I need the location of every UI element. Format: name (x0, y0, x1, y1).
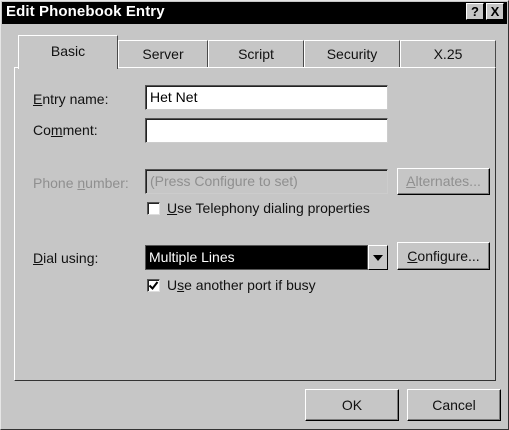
another-port-checkbox-label[interactable]: Use another port if busy (167, 277, 316, 293)
cancel-button[interactable]: Cancel (407, 389, 501, 421)
entry-name-label: Entry name: (33, 91, 109, 107)
phone-number-field[interactable]: (Press Configure to set) (145, 169, 388, 194)
tab-x25[interactable]: X.25 (400, 40, 496, 68)
comment-field[interactable] (145, 118, 388, 143)
close-button[interactable]: X (486, 3, 504, 20)
basic-tab-panel (14, 67, 496, 381)
tab-server[interactable]: Server (118, 40, 208, 68)
checkmark-icon (148, 281, 159, 291)
telephony-checkbox[interactable] (147, 202, 160, 215)
tab-script[interactable]: Script (208, 40, 304, 68)
help-button[interactable]: ? (466, 3, 484, 20)
configure-button[interactable]: Configure... (397, 242, 490, 270)
another-port-checkbox[interactable] (147, 279, 160, 292)
phone-number-label: Phone number: (33, 175, 129, 191)
telephony-checkbox-label[interactable]: Use Telephony dialing properties (167, 200, 370, 216)
entry-name-field[interactable]: Het Net (145, 85, 388, 110)
ok-button[interactable]: OK (305, 389, 399, 421)
tab-security[interactable]: Security (304, 40, 400, 68)
dial-using-select[interactable]: Multiple Lines (145, 245, 368, 270)
dial-using-dropdown-button[interactable] (368, 245, 388, 270)
chevron-down-icon (373, 255, 383, 261)
window-title: Edit Phonebook Entry (6, 3, 165, 20)
comment-label: Comment: (33, 122, 98, 138)
dial-using-label: Dial using: (33, 250, 99, 266)
alternates-button[interactable]: Alternates... (397, 168, 490, 195)
tab-basic[interactable]: Basic (18, 35, 118, 69)
